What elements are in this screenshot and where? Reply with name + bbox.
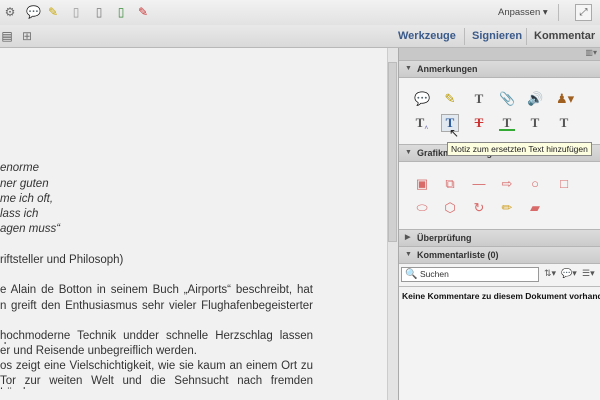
- tab-werkzeuge[interactable]: Werkzeuge: [398, 30, 456, 42]
- text-comment-icon[interactable]: T: [527, 115, 543, 131]
- add-text-icon[interactable]: T: [471, 91, 487, 107]
- pencil-icon[interactable]: ✏: [499, 200, 515, 216]
- divider: [526, 28, 527, 45]
- text-line: ner guten: [0, 178, 49, 190]
- section-kommentarliste[interactable]: ▼ Kommentarliste (0): [399, 246, 600, 264]
- divider: [464, 28, 465, 45]
- gear-icon[interactable]: ⚙: [3, 5, 17, 19]
- text-line: riftsteller und Philosoph): [0, 254, 124, 266]
- panel-options-icon[interactable]: ▥▾: [585, 48, 597, 57]
- text-line: os zeigt eine Vielschichtigkeit, wie sie…: [0, 360, 313, 372]
- list-options-icon[interactable]: ☰▾: [582, 268, 595, 279]
- text-line: enorme: [0, 162, 39, 174]
- comment-icon[interactable]: 💬: [26, 5, 41, 19]
- document-settings-icon[interactable]: ▯: [92, 5, 106, 19]
- polygon-icon[interactable]: ⬡: [442, 200, 458, 216]
- scrollbar-thumb[interactable]: [388, 62, 397, 242]
- tab-signieren[interactable]: Signieren: [472, 30, 522, 42]
- expand-icon[interactable]: ⤢: [575, 4, 592, 21]
- stamp-icon[interactable]: ♟▾: [556, 91, 574, 107]
- customize-button[interactable]: Anpassen ▾: [498, 7, 548, 18]
- rectangle-icon[interactable]: □: [556, 176, 572, 192]
- highlight-text-icon[interactable]: ✎: [442, 91, 458, 107]
- text-line: me ich oft,: [0, 193, 54, 205]
- underline-icon[interactable]: T: [499, 115, 515, 131]
- top-toolbar: ⚙ 💬 ✎ ▯ ▯ ▯ ✎ Anpassen ▾ ⤢: [0, 0, 600, 25]
- comment-panel: ▥▾ ▼ Anmerkungen 💬 ✎ T 📎 🔊 ♟▾ T^ T T T T …: [398, 48, 600, 400]
- document-view: enorme ner guten me ich oft, lass ich ag…: [0, 48, 387, 400]
- document-edit-icon[interactable]: ✎: [136, 5, 150, 19]
- highlight-note-icon[interactable]: ✎: [46, 5, 60, 19]
- textbox-icon[interactable]: ▣: [414, 176, 430, 192]
- panel-header-strip: ▥▾: [399, 48, 600, 60]
- page-view-icon[interactable]: ▤: [0, 29, 14, 43]
- divider: [558, 4, 559, 21]
- tooltip: Notiz zum ersetzten Text hinzufügen: [447, 142, 592, 156]
- mouse-cursor-icon: ↖: [449, 126, 460, 140]
- arrow-icon[interactable]: ⇨: [499, 176, 515, 192]
- text-line: n greift den Enthusiasmus sehr vieler Fl…: [0, 300, 313, 312]
- text-line: hochmoderne Technik undder schnelle Herz…: [0, 330, 313, 344]
- search-icon: 🔍: [405, 269, 418, 280]
- search-input[interactable]: 🔍 Suchen: [401, 267, 539, 282]
- sort-icon[interactable]: ⇅▾: [544, 268, 556, 279]
- filter-comments-icon[interactable]: 💬▾: [561, 268, 577, 279]
- record-audio-icon[interactable]: 🔊: [527, 91, 543, 107]
- empty-comments-text: Keine Kommentare zu diesem Dokument vorh…: [402, 291, 600, 301]
- polyline-icon[interactable]: ↻: [471, 200, 487, 216]
- fit-page-icon[interactable]: ⊞: [20, 29, 34, 43]
- eraser-icon[interactable]: ▰: [527, 200, 543, 216]
- text-line: er und Reisende unbegreiflich werden.: [0, 345, 197, 357]
- text-line: lass ich: [0, 208, 39, 220]
- section-ueberpruefung[interactable]: ▶ Überprüfung: [399, 229, 600, 247]
- tab-kommentar[interactable]: Kommentar: [534, 30, 595, 42]
- callout-icon[interactable]: ⧉: [442, 176, 458, 192]
- sticky-note-icon[interactable]: 💬: [414, 91, 430, 107]
- oval-icon[interactable]: ○: [527, 176, 543, 192]
- text-line: agen muss“: [0, 223, 61, 235]
- highlight-marker-icon[interactable]: T: [556, 115, 572, 131]
- document-icon[interactable]: ▯: [69, 5, 83, 19]
- text-line: e Alain de Botton in seinem Buch „Airpor…: [0, 284, 313, 296]
- insert-text-icon[interactable]: T^: [414, 115, 430, 133]
- line-icon[interactable]: —: [471, 176, 487, 192]
- attach-file-icon[interactable]: 📎: [499, 91, 515, 107]
- divider: [399, 286, 600, 287]
- strikethrough-icon[interactable]: T: [471, 115, 487, 131]
- section-anmerkungen[interactable]: ▼ Anmerkungen: [399, 60, 600, 78]
- text-line: Tor zur weiten Welt und die Sehnsucht na…: [0, 375, 313, 389]
- document-export-icon[interactable]: ▯: [114, 5, 128, 19]
- cloud-icon[interactable]: ⬭: [414, 200, 430, 216]
